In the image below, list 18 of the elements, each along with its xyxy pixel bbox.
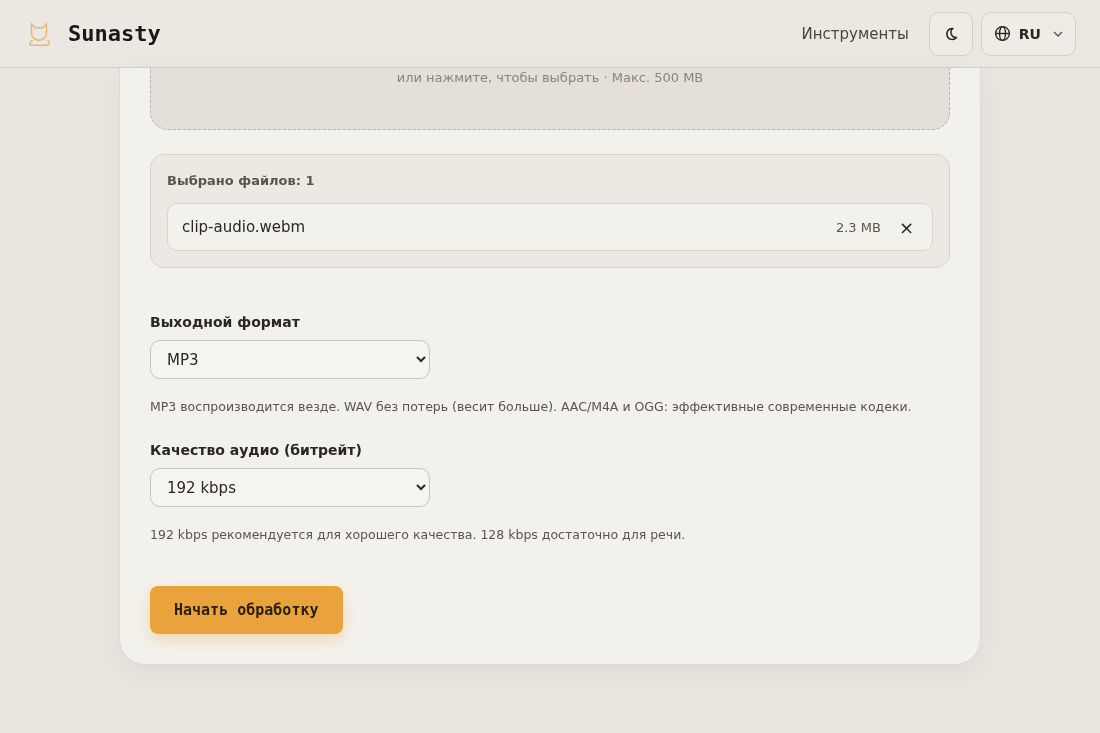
file-name: clip-audio.webm — [182, 218, 307, 236]
tools-link[interactable]: Инструменты — [801, 24, 909, 43]
caret-icon — [1053, 30, 1063, 37]
brand-name: Sunasty — [68, 21, 161, 46]
globe-icon — [993, 25, 1011, 42]
select-field[interactable]: 192 kbps — [150, 468, 430, 507]
field-label: Качество аудио (битрейт) — [150, 442, 363, 458]
remove-button[interactable]: × — [894, 216, 918, 238]
language-button[interactable]: RU — [980, 11, 1076, 56]
select-field[interactable]: MP3 — [150, 340, 430, 379]
help-text: MP3 воспроизводится везде. WAV без потерь (весит больше). AAC/M4A и OGG: эффективные современные кодеки. — [150, 399, 913, 414]
start-button[interactable]: Начать обработку — [150, 586, 343, 634]
drop-hint: или нажмите, чтобы выбрать · Макс. 500 MB — [396, 70, 704, 87]
files-count-label: Выбрано файлов: 1 — [167, 173, 316, 188]
field-label: Выходной формат — [150, 314, 301, 330]
help-text: 192 kbps рекомендуется для хорошего качества. 128 kbps достаточно для речи. — [150, 527, 687, 542]
theme-toggle-button[interactable] — [928, 11, 973, 56]
file-size: 2.3 MB — [835, 219, 881, 235]
